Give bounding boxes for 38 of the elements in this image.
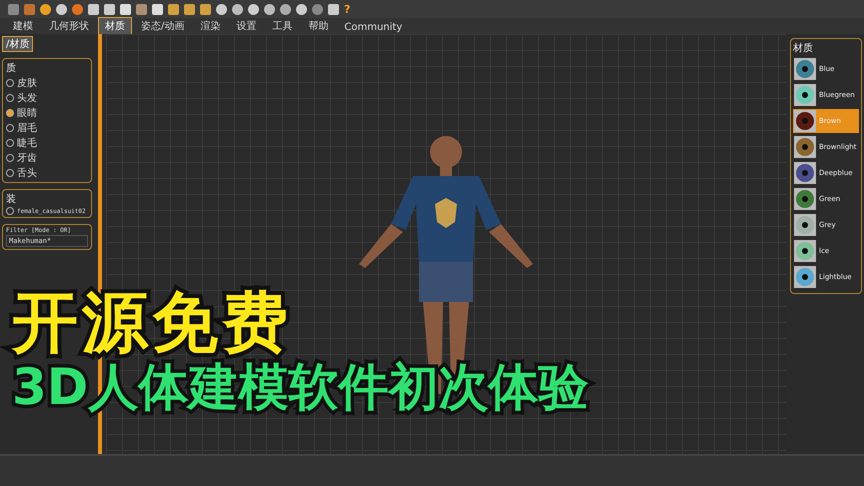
eye-thumbnail: [794, 110, 816, 132]
tab[interactable]: 几何形状: [42, 17, 96, 34]
eye-thumbnail: [794, 58, 816, 80]
tab[interactable]: 姿态/动画: [134, 17, 192, 34]
radio-label: 牙齿: [17, 152, 37, 165]
group-title: 质: [6, 62, 17, 75]
eye-thumbnail: [794, 214, 816, 236]
panel-title: 材质: [793, 42, 814, 55]
sub-tab[interactable]: /材质: [2, 36, 34, 52]
eye-thumbnail: [794, 266, 816, 288]
radio-label: 眼睛: [17, 106, 37, 120]
eye-thumbnail: [794, 162, 816, 184]
tab[interactable]: 工具: [265, 17, 300, 34]
radio-button[interactable]: [6, 207, 14, 215]
help-icon[interactable]: ?: [344, 2, 350, 16]
tab[interactable]: 材质: [98, 17, 132, 34]
tab[interactable]: 设置: [229, 17, 264, 34]
eye-thumbnail: [794, 84, 816, 106]
tab[interactable]: Community: [337, 20, 410, 34]
eye-thumbnail: [794, 240, 816, 262]
radio-button[interactable]: [6, 79, 14, 87]
radio-button[interactable]: [6, 94, 14, 102]
radio-label: 舌头: [17, 166, 37, 180]
tab[interactable]: 渲染: [193, 17, 228, 34]
tab[interactable]: 建模: [6, 17, 40, 34]
radio-button[interactable]: [6, 139, 14, 147]
radio-label: 头发: [17, 92, 37, 105]
radio-button[interactable]: [6, 154, 14, 162]
tab[interactable]: 帮助: [301, 17, 336, 34]
radio-button[interactable]: [6, 124, 14, 132]
radio-label: 睫毛: [17, 136, 37, 150]
radio-button[interactable]: [6, 109, 14, 117]
eye-thumbnail: [794, 136, 816, 158]
radio-label: 皮肤: [17, 76, 37, 90]
group-title: 装: [6, 192, 17, 206]
eye-thumbnail: [794, 188, 816, 210]
radio-label: 眉毛: [17, 122, 37, 135]
radio-button[interactable]: [6, 169, 14, 177]
